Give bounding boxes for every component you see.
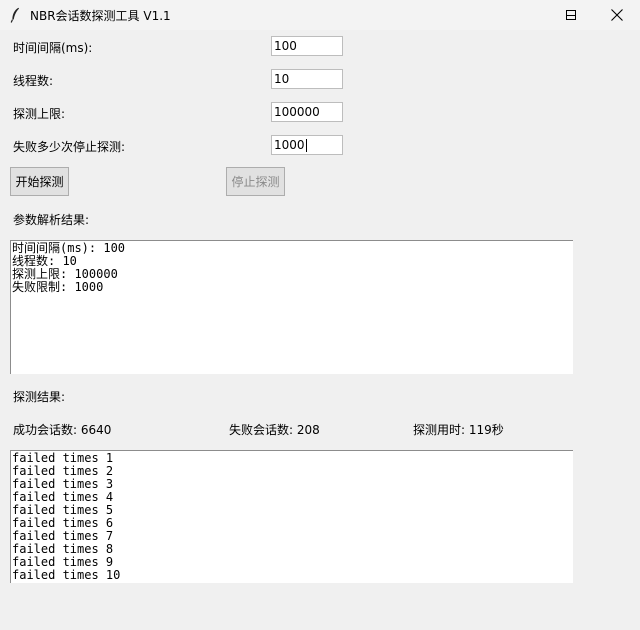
interval-label: 时间间隔(ms):	[13, 41, 93, 55]
params-heading: 参数解析结果:	[13, 213, 90, 227]
text-caret	[305, 139, 307, 152]
failed-count: 失败会话数: 208	[229, 423, 320, 437]
limit-label: 探测上限:	[13, 107, 66, 121]
maximize-button[interactable]	[548, 0, 594, 30]
title-bar[interactable]: NBR会话数探测工具 V1.1	[0, 0, 640, 30]
interval-input[interactable]: 100	[271, 36, 343, 56]
fail-threshold-input[interactable]: 1000	[271, 135, 343, 155]
params-textbox[interactable]: 时间间隔(ms): 100 线程数: 10 探测上限: 100000 失败限制: 10…	[10, 240, 573, 374]
threads-input[interactable]: 10	[271, 69, 343, 89]
window-title: NBR会话数探测工具 V1.1	[30, 9, 171, 23]
success-count: 成功会话数: 6640	[13, 423, 112, 437]
log-line: failed times 10	[12, 568, 121, 582]
stop-button[interactable]: 停止探测	[226, 167, 285, 196]
fail-threshold-value: 1000	[274, 138, 305, 152]
feather-icon	[10, 7, 19, 23]
elapsed-time: 探测用时: 119秒	[413, 423, 504, 437]
close-button[interactable]	[594, 0, 640, 30]
start-button[interactable]: 开始探测	[10, 167, 69, 196]
params-line: 失败限制: 1000	[12, 280, 104, 294]
threads-label: 线程数:	[13, 74, 54, 88]
maximize-icon	[566, 10, 576, 20]
params-line: 时间间隔(ms): 100	[12, 241, 126, 255]
log-textbox[interactable]: failed times 1 failed times 2 failed times…	[10, 450, 573, 583]
close-icon	[611, 9, 623, 21]
fail-threshold-label: 失败多少次停止探测:	[13, 140, 126, 154]
limit-input[interactable]: 100000	[271, 102, 343, 122]
results-heading: 探测结果:	[13, 390, 66, 404]
